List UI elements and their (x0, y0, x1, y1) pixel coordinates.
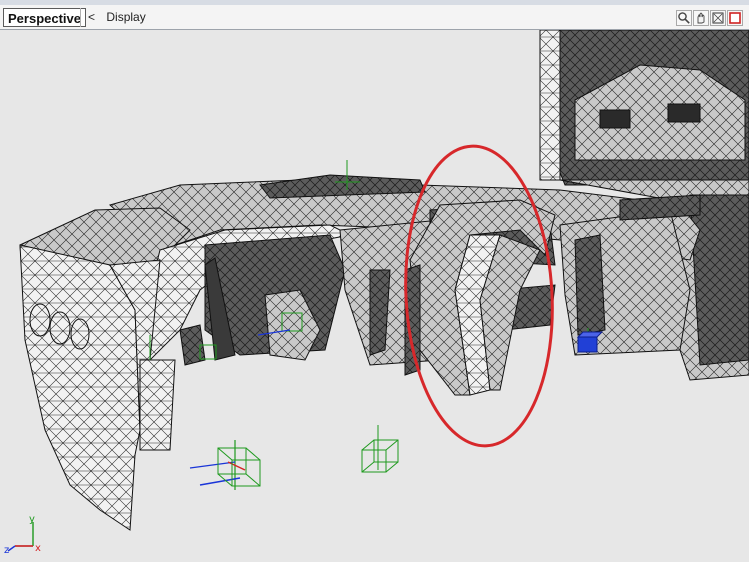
display-menu[interactable]: Display (106, 10, 145, 24)
pan-icon[interactable] (693, 10, 709, 26)
header-separator (80, 8, 81, 27)
axis-y-label: y (29, 514, 35, 525)
perspective-viewport[interactable]: y x z (0, 30, 749, 562)
viewport-menu[interactable]: < Display (88, 10, 154, 24)
wireframe-scene: y x z (4, 30, 749, 556)
viewport-tab-perspective[interactable]: Perspective (3, 8, 86, 27)
axis-x-label: x (35, 543, 41, 554)
back-arrow-icon[interactable]: < (88, 10, 95, 24)
gizmo-left (189, 440, 261, 490)
gizmo-middle (361, 425, 399, 473)
close-icon[interactable] (727, 10, 743, 26)
zoom-icon[interactable] (676, 10, 692, 26)
axis-z-label: z (4, 545, 9, 556)
viewport-tools (676, 10, 743, 26)
maximize-icon[interactable] (710, 10, 726, 26)
viewport-header: Perspective < Display (0, 5, 749, 30)
axis-indicator: y x z (4, 514, 41, 556)
